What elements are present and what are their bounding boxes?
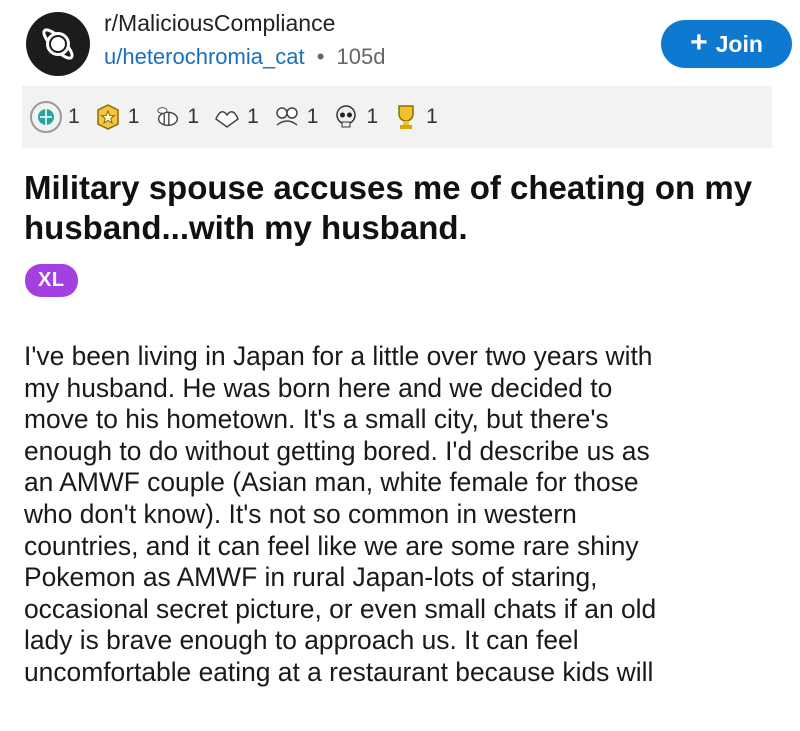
body-line: I've been living in Japan for a little o… <box>24 341 653 371</box>
post-meta: u/heterochromia_cat • 105d <box>104 44 385 70</box>
body-line: Pokemon as AMWF in rural Japan-lots of s… <box>24 562 598 593</box>
award-hug[interactable]: 1 <box>273 103 319 131</box>
award-trophy[interactable]: 1 <box>392 103 438 131</box>
awards-bar[interactable]: 1 1 1 1 1 1 1 <box>22 86 772 148</box>
post-flair[interactable]: XL <box>25 264 78 297</box>
post-body: I've been living in Japan for a little o… <box>24 341 784 689</box>
subreddit-name[interactable]: r/MaliciousCompliance <box>104 10 335 37</box>
body-line: countries, and it can feel like we are s… <box>24 530 639 561</box>
planet-icon <box>42 28 74 60</box>
join-label: Join <box>715 30 763 57</box>
award-count: 1 <box>306 105 319 128</box>
body-line: move to his hometown. It's a small city,… <box>24 404 609 435</box>
body-line: lady is brave enough to approach us. It … <box>24 625 579 656</box>
award-star-badge[interactable]: 1 <box>94 103 140 131</box>
plus-icon: + <box>690 25 708 59</box>
username-link[interactable]: u/heterochromia_cat <box>104 44 305 69</box>
award-count: 1 <box>426 105 438 128</box>
award-count: 1 <box>247 105 259 128</box>
star-badge-award-icon <box>94 103 122 131</box>
trophy-award-icon <box>392 103 420 131</box>
award-count: 1 <box>187 105 200 128</box>
award-bee[interactable]: 1 <box>153 103 199 131</box>
body-line: uncomfortable eating at a restaurant bec… <box>24 656 654 687</box>
award-heart-hands[interactable]: 1 <box>213 103 259 131</box>
award-skull[interactable]: 1 <box>332 103 378 131</box>
award-count: 1 <box>68 105 80 128</box>
post-age: 105d <box>336 44 386 69</box>
meta-separator: • <box>316 44 325 69</box>
body-line: my husband. He was born here and we deci… <box>24 372 613 403</box>
bee-award-icon <box>153 103 181 131</box>
skull-award-icon <box>332 103 360 131</box>
body-line: who don't know). It's not so common in w… <box>24 498 577 529</box>
join-button[interactable]: + Join <box>661 20 792 68</box>
body-line: enough to do without getting bored. I'd … <box>24 435 650 466</box>
award-count: 1 <box>366 105 379 128</box>
subreddit-avatar[interactable] <box>26 12 90 76</box>
globe-award-icon <box>30 101 62 133</box>
award-count: 1 <box>127 105 140 128</box>
hug-award-icon <box>273 103 301 131</box>
heart-hands-award-icon <box>213 103 241 131</box>
award-globe[interactable]: 1 <box>30 101 80 133</box>
post-header: r/MaliciousCompliance u/heterochromia_ca… <box>22 4 792 76</box>
body-line: an AMWF couple (Asian man, white female … <box>24 467 639 498</box>
body-line: occasional secret picture, or even small… <box>24 593 657 624</box>
post-title[interactable]: Military spouse accuses me of cheating o… <box>24 168 784 248</box>
